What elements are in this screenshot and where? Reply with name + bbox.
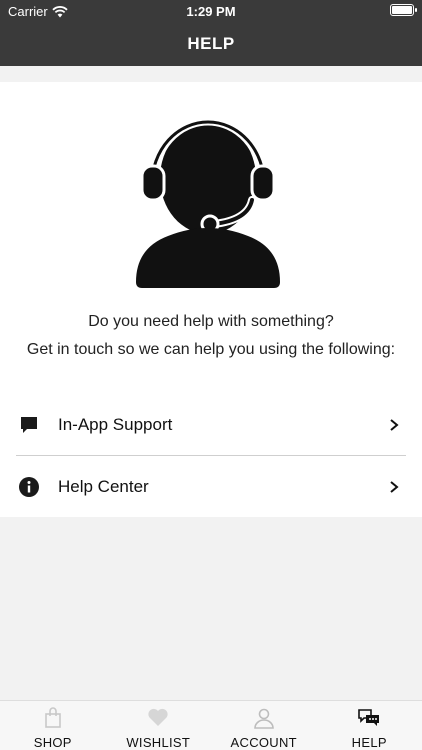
help-question: Do you need help with something? (88, 313, 334, 330)
status-bar: Carrier 1:29 PM (0, 0, 422, 22)
tab-wishlist-label: WISHLIST (126, 735, 191, 750)
in-app-support-row[interactable]: In-App Support (0, 399, 422, 451)
help-instructions: Get in touch so we can help you using th… (26, 341, 396, 358)
tab-bar: SHOP WISHLIST ACCOUNT HELP (0, 700, 422, 750)
tab-shop[interactable]: SHOP (0, 701, 106, 750)
chevron-right-icon (390, 419, 399, 431)
help-card: Do you need help with something? Get in … (0, 82, 422, 517)
battery-icon (390, 4, 417, 16)
chat-bubbles-icon (358, 709, 380, 726)
tab-account-label: ACCOUNT (230, 735, 297, 750)
info-icon (19, 477, 39, 497)
status-time: 1:29 PM (186, 4, 236, 19)
in-app-support-label: In-App Support (58, 415, 173, 434)
tab-wishlist[interactable]: WISHLIST (106, 701, 212, 750)
tab-help[interactable]: HELP (317, 701, 422, 750)
support-agent-icon (136, 118, 280, 288)
chat-bubble-icon (21, 417, 37, 433)
tab-shop-label: SHOP (33, 735, 72, 750)
page-title: HELP (187, 34, 235, 53)
tab-help-label: HELP (351, 735, 387, 750)
help-center-row[interactable]: Help Center (0, 461, 422, 513)
chevron-right-icon (390, 481, 399, 493)
user-icon (253, 708, 274, 729)
heart-icon (148, 708, 168, 726)
help-center-label: Help Center (58, 477, 149, 496)
shopping-bag-icon (44, 707, 61, 728)
top-bar: Carrier 1:29 PM HELP (0, 0, 422, 66)
tab-account[interactable]: ACCOUNT (211, 701, 317, 750)
divider (16, 455, 406, 456)
